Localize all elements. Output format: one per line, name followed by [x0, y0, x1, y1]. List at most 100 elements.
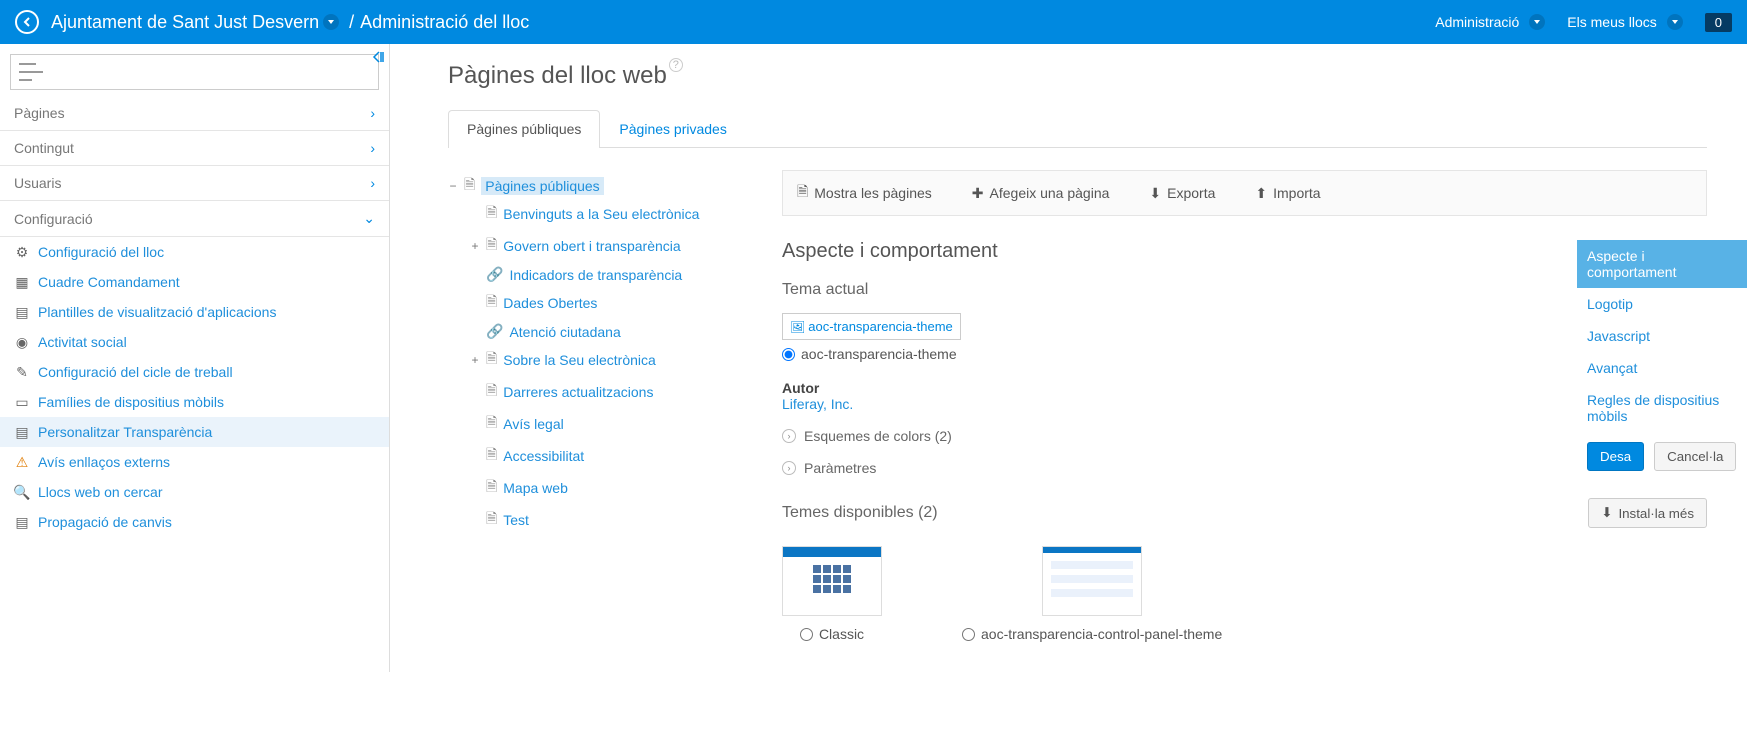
- topbar: Ajuntament de Sant Just Desvern / Admini…: [0, 0, 1747, 44]
- chevron-right-icon: ›: [782, 461, 796, 475]
- tree-item[interactable]: Dades Obertes: [503, 295, 597, 311]
- collapse-sidebar-icon[interactable]: [371, 50, 385, 67]
- chevron-right-icon: ›: [370, 140, 375, 156]
- theme-preview[interactable]: [1042, 546, 1142, 616]
- export-button[interactable]: ⬇Exporta: [1149, 181, 1215, 205]
- tree-item[interactable]: Govern obert i transparència: [503, 238, 680, 254]
- site-name[interactable]: Ajuntament de Sant Just Desvern: [51, 12, 319, 33]
- workflow-icon: ✎: [14, 364, 30, 380]
- sidebar-item-transparency[interactable]: ▤Personalitzar Transparència: [0, 417, 389, 447]
- chevron-down-icon: ⌄: [363, 210, 375, 227]
- sidebar: Pàgines› Contingut› Usuaris› Configuraci…: [0, 44, 390, 672]
- tree-root[interactable]: Pàgines públiques: [481, 177, 603, 195]
- show-pages-button[interactable]: 🗎Mostra les pàgines: [797, 181, 932, 205]
- dashboard-icon: ▦: [14, 274, 30, 290]
- page-icon: 🗎: [486, 348, 497, 372]
- tree-item[interactable]: Indicadors de transparència: [509, 267, 682, 283]
- sidebar-item-app-templates[interactable]: ▤Plantilles de visualització d'aplicacio…: [0, 297, 389, 327]
- tab-private[interactable]: Pàgines privades: [600, 110, 745, 147]
- page-toolbar: 🗎Mostra les pàgines ✚Afegeix una pàgina …: [782, 170, 1707, 216]
- tree-item[interactable]: Accessibilitat: [503, 448, 584, 464]
- rp-item-device-rules[interactable]: Regles de dispositius mòbils: [1577, 384, 1747, 432]
- chevron-right-icon: ›: [782, 429, 796, 443]
- author-link[interactable]: Liferay, Inc.: [782, 396, 853, 412]
- page-icon: 🗎: [797, 181, 808, 205]
- page-icon: 🗎: [486, 291, 497, 315]
- page-icon: 🗎: [486, 444, 497, 468]
- rp-item-javascript[interactable]: Javascript: [1577, 320, 1747, 352]
- tree-expand-icon[interactable]: +: [470, 239, 480, 253]
- upload-icon: ⬆: [1255, 185, 1267, 202]
- page-selector[interactable]: [10, 54, 379, 90]
- theme-radio-current[interactable]: [782, 348, 795, 361]
- tree-item[interactable]: Benvinguts a la Seu electrònica: [503, 206, 699, 222]
- tree-item[interactable]: Darreres actualitzacions: [503, 384, 653, 400]
- chevron-right-icon: ›: [370, 105, 375, 121]
- page-title: Pàgines del lloc web?: [448, 62, 1707, 90]
- theme-name: aoc-transparencia-theme: [801, 346, 957, 362]
- download-icon: ⬇: [1601, 505, 1612, 521]
- sidebar-item-workflow[interactable]: ✎Configuració del cicle de treball: [0, 357, 389, 387]
- import-button[interactable]: ⬆Importa: [1255, 181, 1320, 205]
- theme-thumbnail: aoc-transparencia-theme: [782, 313, 961, 340]
- users-icon: ◉: [14, 334, 30, 350]
- search-icon: 🔍: [14, 484, 30, 500]
- navcat-content[interactable]: Contingut›: [0, 131, 389, 166]
- sidebar-item-propagation[interactable]: ▤Propagació de canvis: [0, 507, 389, 537]
- plus-icon: ✚: [972, 185, 984, 202]
- theme-radio-classic[interactable]: [800, 628, 813, 641]
- tree-item[interactable]: Test: [503, 512, 529, 528]
- add-page-button[interactable]: ✚Afegeix una pàgina: [972, 181, 1110, 205]
- page-icon: 🗎: [464, 174, 475, 198]
- main-content: Pàgines del lloc web? Pàgines públiques …: [390, 44, 1747, 672]
- install-more-button[interactable]: ⬇Instal·la més: [1588, 498, 1707, 528]
- tree-expand-icon[interactable]: +: [470, 353, 480, 367]
- sidebar-item-links[interactable]: ⚠Avís enllaços externs: [0, 447, 389, 477]
- theme-preview[interactable]: [782, 546, 882, 616]
- rp-item-appearance[interactable]: Aspecte i comportament: [1577, 240, 1747, 288]
- breadcrumb-current: Administració del lloc: [360, 12, 529, 33]
- config-submenu: ⚙Configuració del lloc ▦Cuadre Comandame…: [0, 237, 389, 537]
- sidebar-item-devices[interactable]: ▭Famílies de dispositius mòbils: [0, 387, 389, 417]
- tree-item[interactable]: Mapa web: [503, 480, 568, 496]
- navcat-users[interactable]: Usuaris›: [0, 166, 389, 201]
- mysites-menu[interactable]: Els meus llocs: [1567, 14, 1686, 30]
- page-icon: 🗎: [486, 202, 497, 226]
- page-icon: 🗎: [486, 476, 497, 500]
- warning-icon: ⚠: [14, 454, 30, 470]
- cancel-button[interactable]: Cancel·la: [1654, 442, 1736, 471]
- page-tree: −🗎Pàgines públiques 🗎Benvinguts a la Seu…: [448, 170, 758, 642]
- sidebar-item-dashboard[interactable]: ▦Cuadre Comandament: [0, 267, 389, 297]
- tab-public[interactable]: Pàgines públiques: [448, 110, 600, 148]
- right-panel: Aspecte i comportament Logotip Javascrip…: [1577, 240, 1747, 481]
- sidebar-item-site-config[interactable]: ⚙Configuració del lloc: [0, 237, 389, 267]
- link-icon: 🔗: [486, 323, 503, 340]
- theme-radio-controlpanel[interactable]: [962, 628, 975, 641]
- tree-item[interactable]: Atenció ciutadana: [509, 324, 620, 340]
- author-label: Autor: [782, 380, 1707, 396]
- page-icon: 🗎: [486, 412, 497, 436]
- sidebar-item-searchsites[interactable]: 🔍Llocs web on cercar: [0, 477, 389, 507]
- rp-item-advanced[interactable]: Avançat: [1577, 352, 1747, 384]
- site-dropdown-icon[interactable]: [323, 14, 339, 30]
- list-icon: ▤: [14, 514, 30, 530]
- breadcrumb-separator: /: [349, 12, 354, 33]
- color-schemes-toggle[interactable]: ›Esquemes de colors (2): [782, 428, 1707, 444]
- navcat-config[interactable]: Configuració⌄: [0, 201, 389, 237]
- tree-item[interactable]: Sobre la Seu electrònica: [503, 352, 656, 368]
- theme-card-controlpanel: aoc-transparencia-control-panel-theme: [962, 546, 1222, 642]
- gear-icon: ⚙: [14, 244, 30, 260]
- back-button[interactable]: [15, 10, 39, 34]
- save-button[interactable]: Desa: [1587, 442, 1644, 471]
- admin-menu[interactable]: Administració: [1435, 14, 1549, 30]
- rp-item-logo[interactable]: Logotip: [1577, 288, 1747, 320]
- notifications-badge[interactable]: 0: [1705, 13, 1732, 32]
- help-icon[interactable]: ?: [669, 58, 683, 72]
- tree-collapse-icon[interactable]: −: [448, 179, 458, 193]
- sidebar-item-social[interactable]: ◉Activitat social: [0, 327, 389, 357]
- params-toggle[interactable]: ›Paràmetres: [782, 460, 1707, 476]
- download-icon: ⬇: [1149, 185, 1161, 202]
- page-icon: 🗎: [486, 380, 497, 404]
- tree-item[interactable]: Avís legal: [503, 416, 563, 432]
- navcat-pages[interactable]: Pàgines›: [0, 96, 389, 131]
